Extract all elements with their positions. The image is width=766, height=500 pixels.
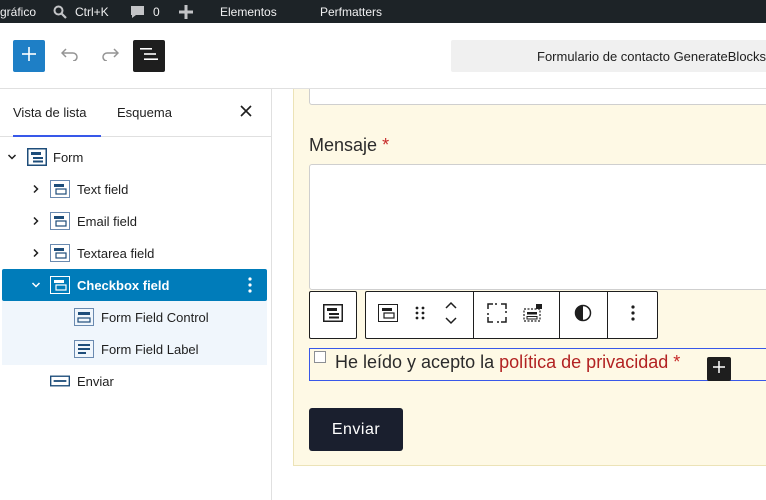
editor-canvas: Mensaje * He leído y acepto la política … (272, 89, 766, 500)
document-title-bar[interactable]: Formulario de contacto GenerateBlocks (451, 40, 766, 72)
tree-item-label: Enviar (77, 373, 114, 389)
block-type-button[interactable] (372, 292, 404, 338)
toolbar-separator (559, 292, 560, 338)
field-settings-icon (522, 303, 544, 328)
tree-item-enviar[interactable]: Enviar (2, 365, 267, 397)
tree-item-label: Email field (77, 213, 137, 229)
field-block-icon (50, 275, 70, 295)
field-block-icon (50, 243, 70, 263)
chevron-up-down-icon (444, 300, 458, 331)
required-mark: * (382, 135, 390, 155)
redo-icon (101, 47, 120, 66)
document-title: Formulario de contacto GenerateBlocks (537, 48, 766, 64)
plus-icon (713, 360, 725, 378)
undo-button[interactable] (58, 40, 82, 72)
required-mark: * (673, 352, 681, 372)
tree-item-form-field-label[interactable]: Form Field Label (2, 333, 267, 365)
tree-item-label: Form Field Control (101, 309, 209, 325)
tree-item-textarea-field[interactable]: Textarea field (2, 237, 267, 269)
admin-bar-search[interactable]: Ctrl+K (53, 0, 109, 23)
tree-item-label: Checkbox field (77, 277, 170, 293)
email-input[interactable] (309, 89, 766, 105)
submit-button[interactable]: Enviar (309, 408, 403, 451)
tab-list-view[interactable]: Vista de lista (13, 89, 101, 137)
field-block-icon (378, 303, 398, 327)
message-label-text: Mensaje (309, 135, 378, 155)
checkbox-label-text: He leído y acepto la (335, 352, 495, 372)
admin-bar-site-name[interactable]: gráfico (0, 0, 36, 23)
privacy-policy-link[interactable]: política de privacidad (499, 352, 668, 372)
admin-bar-comments[interactable]: 0 (130, 0, 160, 23)
select-box-icon (487, 302, 507, 328)
list-view-button[interactable] (133, 40, 165, 72)
styles-button[interactable] (568, 292, 598, 338)
comment-icon (130, 5, 145, 19)
drag-handle-icon (415, 305, 425, 326)
list-view-icon (140, 47, 158, 66)
admin-bar-new[interactable] (179, 0, 193, 23)
message-textarea[interactable] (309, 164, 766, 290)
field-label-block-icon (74, 339, 94, 359)
checkbox-field-block[interactable]: He leído y acepto la política de privaci… (309, 348, 766, 381)
tree-item-text-field[interactable]: Text field (2, 173, 267, 205)
chevron-right-icon[interactable] (29, 214, 43, 228)
chevron-right-icon[interactable] (29, 182, 43, 196)
editor-header: Formulario de contacto GenerateBlocks (0, 23, 766, 89)
admin-bar-perfmatters[interactable]: Perfmatters (320, 0, 382, 23)
checkbox-label: He leído y acepto la política de privaci… (335, 352, 680, 373)
privacy-checkbox[interactable] (314, 351, 326, 363)
field-control-block-icon (74, 307, 94, 327)
sidebar-tabs: Vista de lista Esquema (0, 89, 271, 137)
tab-list-view-label: Vista de lista (13, 105, 87, 120)
block-inserter-button[interactable] (13, 40, 45, 72)
button-block-icon (50, 371, 70, 391)
move-up-down-buttons[interactable] (436, 292, 466, 338)
tree-item-label: Form Field Label (101, 341, 199, 357)
admin-bar-elementos[interactable]: Elementos (220, 0, 277, 23)
undo-icon (60, 47, 79, 66)
form-block-icon (27, 147, 47, 167)
field-block-icon (50, 179, 70, 199)
redo-button[interactable] (98, 40, 122, 72)
toolbar-separator (607, 292, 608, 338)
chevron-down-icon[interactable] (5, 150, 19, 164)
tab-outline[interactable]: Esquema (117, 89, 172, 136)
tree-item-label: Textarea field (77, 245, 155, 261)
message-label: Mensaje * (309, 135, 389, 156)
more-options-button[interactable] (618, 292, 648, 338)
close-sidebar-button[interactable] (236, 103, 256, 123)
more-options-icon[interactable] (242, 275, 258, 295)
tree-item-checkbox-field[interactable]: Checkbox field (2, 269, 267, 301)
tab-outline-label: Esquema (117, 105, 172, 120)
chevron-down-icon[interactable] (29, 278, 43, 292)
search-shortcut: Ctrl+K (75, 4, 109, 19)
list-view-sidebar: Vista de lista Esquema Form Text field E… (0, 89, 272, 500)
block-parent-selector[interactable] (309, 291, 357, 339)
form-block-icon (323, 303, 343, 327)
plus-icon (22, 46, 36, 66)
submit-button-label: Enviar (331, 420, 381, 438)
tree-item-email-field[interactable]: Email field (2, 205, 267, 237)
comments-count: 0 (153, 4, 160, 19)
chevron-right-icon[interactable] (29, 246, 43, 260)
toolbar-separator (473, 292, 474, 338)
close-icon (240, 104, 252, 122)
tree-item-label: Text field (77, 181, 129, 197)
tree-item-form-field-control[interactable]: Form Field Control (2, 301, 267, 333)
contrast-icon (574, 304, 592, 327)
block-toolbar (365, 291, 658, 339)
select-parent-button[interactable] (482, 292, 512, 338)
block-appender-button[interactable] (707, 357, 731, 381)
admin-bar: gráfico Ctrl+K 0 Elementos Perfmatters (0, 0, 766, 23)
search-icon (53, 5, 67, 19)
tree-item-form[interactable]: Form (2, 141, 267, 173)
more-options-icon (631, 304, 635, 326)
tree-item-label: Form (53, 149, 84, 165)
field-block-icon (50, 211, 70, 231)
field-settings-button[interactable] (518, 292, 548, 338)
plus-icon (179, 4, 193, 19)
drag-handle[interactable] (408, 292, 432, 338)
